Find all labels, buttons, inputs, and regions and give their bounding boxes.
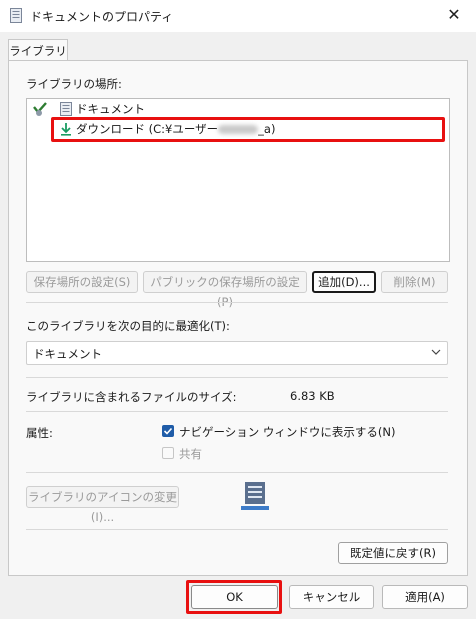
divider bbox=[26, 377, 448, 378]
tab-library[interactable]: ライブラリ bbox=[8, 39, 68, 62]
document-icon bbox=[60, 102, 72, 116]
set-save-location-button[interactable]: 保存場所の設定(S) bbox=[26, 271, 138, 293]
window-title: ドキュメントのプロパティ bbox=[30, 10, 174, 24]
optimize-label: このライブラリを次の目的に最適化(T): bbox=[26, 319, 230, 333]
add-button[interactable]: 追加(D)... bbox=[312, 271, 376, 293]
apply-button[interactable]: 適用(A) bbox=[382, 585, 468, 609]
close-icon: ✕ bbox=[447, 5, 461, 24]
close-button[interactable]: ✕ bbox=[443, 4, 465, 26]
restore-defaults-button[interactable]: 既定値に戻す(R) bbox=[338, 542, 448, 564]
show-nav-checkbox[interactable] bbox=[162, 425, 174, 437]
save-location-check-icon bbox=[33, 102, 47, 116]
list-item-documents[interactable]: ドキュメント bbox=[76, 100, 145, 118]
title-bar: ドキュメントのプロパティ ✕ bbox=[0, 0, 476, 32]
divider bbox=[26, 411, 448, 412]
change-icon-button[interactable]: ライブラリのアイコンの変更(I)... bbox=[26, 486, 179, 524]
set-public-location-button[interactable]: パブリックの保存場所の設定(P) bbox=[143, 271, 307, 309]
remove-button[interactable]: 削除(M) bbox=[381, 271, 448, 293]
highlight-ok bbox=[186, 580, 282, 614]
shared-label: 共有 bbox=[179, 447, 202, 461]
cancel-button[interactable]: キャンセル bbox=[289, 585, 374, 609]
optimize-select-value: ドキュメント bbox=[33, 347, 102, 361]
attributes-label: 属性: bbox=[26, 426, 53, 440]
size-value: 6.83 KB bbox=[290, 389, 335, 403]
chevron-down-icon bbox=[431, 349, 441, 355]
checkmark-icon bbox=[163, 427, 173, 435]
size-label: ライブラリに含まれるファイルのサイズ: bbox=[26, 390, 237, 404]
divider bbox=[26, 302, 448, 303]
divider bbox=[26, 472, 448, 473]
optimize-select[interactable]: ドキュメント bbox=[26, 341, 448, 365]
divider bbox=[26, 529, 448, 530]
show-nav-label[interactable]: ナビゲーション ウィンドウに表示する(N) bbox=[179, 424, 396, 440]
highlight-downloads bbox=[51, 117, 445, 142]
document-icon bbox=[10, 8, 22, 23]
shared-checkbox[interactable] bbox=[162, 447, 174, 459]
library-locations-label: ライブラリの場所: bbox=[26, 77, 122, 91]
library-document-icon bbox=[241, 482, 269, 510]
